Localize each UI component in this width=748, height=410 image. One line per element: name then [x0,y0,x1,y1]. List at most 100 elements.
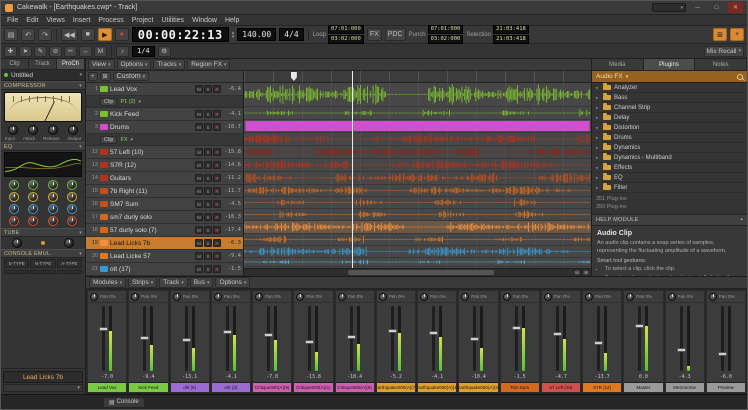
track-row[interactable]: 1Lead VoxMSR-6.4 [86,83,243,96]
now-time-display[interactable]: 00:00:22:13 [132,27,229,42]
pan-knob[interactable] [90,293,98,301]
pan-knob[interactable] [461,293,469,301]
fader-handle[interactable] [635,324,644,328]
fader-handle[interactable] [99,327,108,331]
record-button[interactable]: ● [115,28,129,41]
pan-knob[interactable] [503,293,511,301]
eq-band-knob[interactable] [28,216,38,226]
volume-fader[interactable] [143,306,146,371]
eq-band-knob[interactable] [67,180,77,190]
input-knob[interactable] [8,125,18,135]
fader-handle[interactable] [470,337,479,341]
eq-band-knob[interactable] [48,192,58,202]
track-row[interactable]: 19Lead Licks 7bMSR-6.3 [86,237,243,250]
menu-views[interactable]: Views [46,17,65,24]
volume-fader[interactable] [473,306,476,371]
selection-end-time[interactable]: 21:03:418 [493,35,529,44]
waveform-lane[interactable] [244,133,591,146]
browser-tab-media[interactable]: Media [592,59,644,70]
zoom-out-icon[interactable]: ⊖ [573,270,581,276]
eq-band-knob[interactable] [67,216,77,226]
console-menu-options[interactable]: Options▾ [215,277,250,288]
pin-icon[interactable]: ▪ [741,217,743,223]
menu-utilities[interactable]: Utilities [162,17,185,24]
add-track-button[interactable]: + [730,28,744,41]
eq-band-knob[interactable] [9,180,19,190]
selection-start-time[interactable]: 21:03:418 [493,25,529,34]
mute-button[interactable]: M [195,148,203,156]
track-row[interactable]: 20Lead Licke 57MSR-9.4 [86,250,243,263]
fader-handle[interactable] [140,336,149,340]
arm-button[interactable]: R [213,239,221,247]
console-type-a-type[interactable]: A-TYPE [57,259,82,268]
menu-project[interactable]: Project [132,17,154,24]
tube-output-knob[interactable] [64,238,74,248]
console-dock-tab[interactable]: ▤ Console [103,397,145,408]
solo-button[interactable]: S [204,174,212,182]
volume-fader[interactable] [432,306,435,371]
browser-category[interactable]: ▸EQ [592,173,747,183]
waveform-lane[interactable] [244,234,591,246]
browser-category[interactable]: ▸Dynamics [592,143,747,153]
browser-category[interactable]: ▸Effects [592,163,747,173]
arm-button[interactable]: R [213,200,221,208]
browser-category[interactable]: ▸Dynamics - Multiband [592,153,747,163]
loop-end-time[interactable]: 03:02:000 [328,35,364,44]
mute-button[interactable]: M [195,200,203,208]
solo-button[interactable]: S [204,123,212,131]
mute-button[interactable]: M [195,226,203,234]
browser-category[interactable]: ▸Distortion [592,123,747,133]
waveform-lane[interactable] [244,83,591,107]
rewind-button[interactable]: ◀◀ [61,28,78,41]
mute-button[interactable]: M [195,174,203,182]
fader-handle[interactable] [512,326,521,330]
solo-button[interactable]: S [204,213,212,221]
loop-start-time[interactable]: 07:01:000 [328,25,364,34]
fader-handle[interactable] [429,331,438,335]
mute-button[interactable]: M [195,265,203,273]
arm-button[interactable]: R [213,123,221,131]
selected-track-name[interactable]: Lead Licks 7b [3,371,83,383]
eq-band-knob[interactable] [67,204,77,214]
draw-tool-button[interactable]: ✎ [34,46,47,57]
solo-button[interactable]: S [204,226,212,234]
expand-arrow-icon[interactable]: ▸ [596,165,600,171]
expand-arrow-icon[interactable]: ▸ [596,135,600,141]
zoom-in-icon[interactable]: ⊕ [582,270,590,276]
eq-band-knob[interactable] [9,216,19,226]
trackview-menu-region-fx[interactable]: Region FX▾ [187,59,230,70]
expand-arrow-icon[interactable]: ▸ [596,155,600,161]
pan-knob[interactable] [585,293,593,301]
add-track-icon[interactable]: + [88,72,98,81]
eq-band-knob[interactable] [9,192,19,202]
menu-insert[interactable]: Insert [73,17,91,24]
inspector-tab-proch[interactable]: ProCh [57,59,85,69]
mute-tool-button[interactable]: M [94,46,107,57]
volume-fader[interactable] [638,306,641,371]
arm-button[interactable]: R [213,265,221,273]
expand-arrow-icon[interactable]: ▸ [596,95,600,101]
punch-label[interactable]: Punch [409,32,426,38]
pan-knob[interactable] [544,293,552,301]
mute-button[interactable]: M [195,161,203,169]
titlebar-dropdown[interactable]: ▾ [652,3,686,12]
waveform-lane[interactable] [244,185,591,197]
track-row[interactable]: 21ott (17)MSR-1.5 [86,263,243,276]
eq-band-knob[interactable] [28,180,38,190]
track-row[interactable]: 3DrumsMSR-10.7 [86,121,243,134]
fx-toggle-button[interactable]: FX [367,28,382,41]
expand-arrow-icon[interactable]: ▸ [596,85,600,91]
expand-arrow-icon[interactable]: ▸ [596,175,600,181]
console-emulator-toggle[interactable] [4,270,29,274]
menu-file[interactable]: File [7,17,18,24]
volume-fader[interactable] [308,306,311,371]
fader-handle[interactable] [182,338,191,342]
play-button[interactable]: ▶ [98,28,112,41]
trackview-menu-view[interactable]: View▾ [88,59,115,70]
volume-fader[interactable] [267,306,270,371]
track-row[interactable]: 1257 Left (10)MSR-15.8 [86,146,243,159]
waveform-lane[interactable] [244,159,591,172]
fader-handle[interactable] [388,329,397,333]
selection-label[interactable]: Selection [466,32,491,38]
mute-button[interactable]: M [195,123,203,131]
